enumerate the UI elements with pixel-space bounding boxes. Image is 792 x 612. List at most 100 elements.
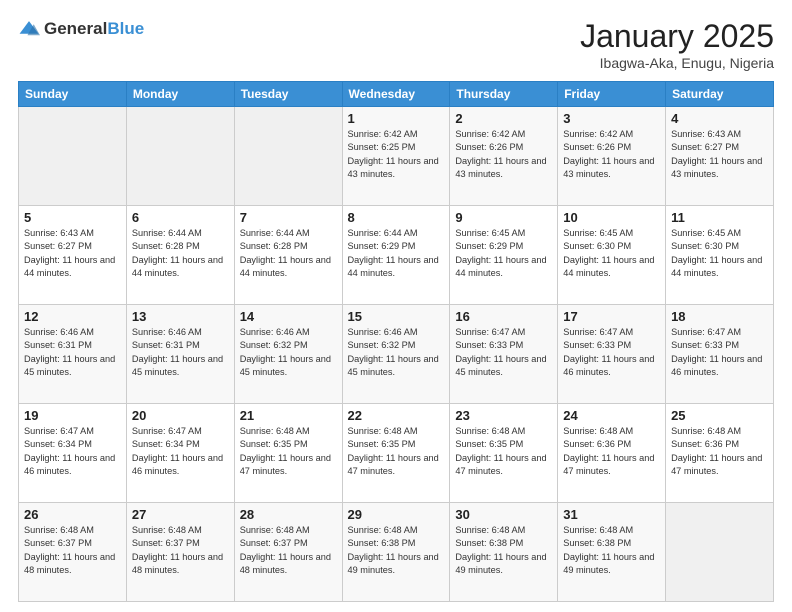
- col-header-wednesday: Wednesday: [342, 82, 450, 107]
- calendar-cell: 20Sunrise: 6:47 AM Sunset: 6:34 PM Dayli…: [126, 404, 234, 503]
- calendar-cell: 17 Sunrise: 6:47 AM Sunset: 6:33 PM Dayli…: [558, 305, 666, 404]
- day-info: Sunrise: 6:48 AM Sunset: 6:37 PM Dayligh…: [132, 524, 229, 577]
- day-info: Sunrise: 6:44 AM Sunset: 6:28 PM Dayligh…: [240, 227, 337, 280]
- day-info: Sunrise: 6:47 AM Sunset: 6:33 PM Dayligh…: [563, 326, 660, 379]
- calendar-cell: [126, 107, 234, 206]
- day-info: Sunrise: 6:42 AM Sunset: 6:26 PM Dayligh…: [563, 128, 660, 181]
- month-year: January 2025: [580, 18, 774, 55]
- calendar-cell: 10 Sunrise: 6:45 AM Sunset: 6:30 PM Dayli…: [558, 206, 666, 305]
- col-header-monday: Monday: [126, 82, 234, 107]
- day-number: 29: [348, 507, 445, 522]
- calendar-cell: 26Sunrise: 6:48 AM Sunset: 6:37 PM Dayli…: [19, 503, 127, 602]
- calendar-cell: 12Sunrise: 6:46 AM Sunset: 6:31 PM Dayli…: [19, 305, 127, 404]
- calendar-cell: 2 Sunrise: 6:42 AM Sunset: 6:26 PM Daylig…: [450, 107, 558, 206]
- day-info: Sunrise: 6:48 AM Sunset: 6:38 PM Dayligh…: [455, 524, 552, 577]
- day-number: 24: [563, 408, 660, 423]
- col-header-saturday: Saturday: [666, 82, 774, 107]
- day-number: 13: [132, 309, 229, 324]
- day-number: 2: [455, 111, 552, 126]
- calendar-cell: 6Sunrise: 6:44 AM Sunset: 6:28 PM Daylig…: [126, 206, 234, 305]
- day-info: Sunrise: 6:46 AM Sunset: 6:32 PM Dayligh…: [240, 326, 337, 379]
- day-info: Sunrise: 6:48 AM Sunset: 6:35 PM Dayligh…: [240, 425, 337, 478]
- day-number: 10: [563, 210, 660, 225]
- col-header-sunday: Sunday: [19, 82, 127, 107]
- day-number: 30: [455, 507, 552, 522]
- day-info: Sunrise: 6:45 AM Sunset: 6:30 PM Dayligh…: [563, 227, 660, 280]
- calendar-cell: 22 Sunrise: 6:48 AM Sunset: 6:35 PM Dayli…: [342, 404, 450, 503]
- day-info: Sunrise: 6:45 AM Sunset: 6:29 PM Dayligh…: [455, 227, 552, 280]
- day-info: Sunrise: 6:46 AM Sunset: 6:31 PM Dayligh…: [132, 326, 229, 379]
- day-info: Sunrise: 6:48 AM Sunset: 6:35 PM Dayligh…: [348, 425, 445, 478]
- day-number: 1: [348, 111, 445, 126]
- logo: GeneralBlue: [18, 18, 144, 40]
- title-block: January 2025 Ibagwa-Aka, Enugu, Nigeria: [580, 18, 774, 71]
- col-header-friday: Friday: [558, 82, 666, 107]
- day-number: 9: [455, 210, 552, 225]
- day-info: Sunrise: 6:48 AM Sunset: 6:36 PM Dayligh…: [563, 425, 660, 478]
- day-info: Sunrise: 6:48 AM Sunset: 6:37 PM Dayligh…: [240, 524, 337, 577]
- day-info: Sunrise: 6:48 AM Sunset: 6:38 PM Dayligh…: [563, 524, 660, 577]
- day-info: Sunrise: 6:42 AM Sunset: 6:25 PM Dayligh…: [348, 128, 445, 181]
- day-info: Sunrise: 6:42 AM Sunset: 6:26 PM Dayligh…: [455, 128, 552, 181]
- calendar-cell: 24 Sunrise: 6:48 AM Sunset: 6:36 PM Dayli…: [558, 404, 666, 503]
- location: Ibagwa-Aka, Enugu, Nigeria: [580, 55, 774, 71]
- calendar-cell: 8Sunrise: 6:44 AM Sunset: 6:29 PM Daylig…: [342, 206, 450, 305]
- day-info: Sunrise: 6:43 AM Sunset: 6:27 PM Dayligh…: [24, 227, 121, 280]
- day-number: 23: [455, 408, 552, 423]
- calendar-cell: [19, 107, 127, 206]
- day-info: Sunrise: 6:43 AM Sunset: 6:27 PM Dayligh…: [671, 128, 768, 181]
- calendar-cell: 25Sunrise: 6:48 AM Sunset: 6:36 PM Dayli…: [666, 404, 774, 503]
- day-info: Sunrise: 6:48 AM Sunset: 6:35 PM Dayligh…: [455, 425, 552, 478]
- day-number: 5: [24, 210, 121, 225]
- day-number: 6: [132, 210, 229, 225]
- calendar-cell: [234, 107, 342, 206]
- day-info: Sunrise: 6:47 AM Sunset: 6:33 PM Dayligh…: [455, 326, 552, 379]
- calendar-cell: [666, 503, 774, 602]
- day-number: 16: [455, 309, 552, 324]
- page: GeneralBlue January 2025 Ibagwa-Aka, Enu…: [0, 0, 792, 612]
- calendar-cell: 31 Sunrise: 6:48 AM Sunset: 6:38 PM Dayli…: [558, 503, 666, 602]
- calendar-cell: 27 Sunrise: 6:48 AM Sunset: 6:37 PM Dayli…: [126, 503, 234, 602]
- calendar-cell: 9 Sunrise: 6:45 AM Sunset: 6:29 PM Daylig…: [450, 206, 558, 305]
- day-number: 27: [132, 507, 229, 522]
- calendar-header-row: SundayMondayTuesdayWednesdayThursdayFrid…: [19, 82, 774, 107]
- day-info: Sunrise: 6:46 AM Sunset: 6:32 PM Dayligh…: [348, 326, 445, 379]
- calendar-cell: 11 Sunrise: 6:45 AM Sunset: 6:30 PM Dayli…: [666, 206, 774, 305]
- day-info: Sunrise: 6:47 AM Sunset: 6:33 PM Dayligh…: [671, 326, 768, 379]
- day-number: 31: [563, 507, 660, 522]
- calendar-cell: 28Sunrise: 6:48 AM Sunset: 6:37 PM Dayli…: [234, 503, 342, 602]
- day-number: 19: [24, 408, 121, 423]
- calendar-cell: 3Sunrise: 6:42 AM Sunset: 6:26 PM Daylig…: [558, 107, 666, 206]
- day-number: 12: [24, 309, 121, 324]
- day-number: 25: [671, 408, 768, 423]
- logo-blue: Blue: [107, 19, 144, 38]
- day-info: Sunrise: 6:48 AM Sunset: 6:37 PM Dayligh…: [24, 524, 121, 577]
- day-number: 18: [671, 309, 768, 324]
- calendar-cell: 13 Sunrise: 6:46 AM Sunset: 6:31 PM Dayli…: [126, 305, 234, 404]
- day-number: 7: [240, 210, 337, 225]
- day-number: 11: [671, 210, 768, 225]
- calendar-cell: 18 Sunrise: 6:47 AM Sunset: 6:33 PM Dayli…: [666, 305, 774, 404]
- calendar-cell: 1 Sunrise: 6:42 AM Sunset: 6:25 PM Daylig…: [342, 107, 450, 206]
- day-number: 22: [348, 408, 445, 423]
- calendar-week-row: 5 Sunrise: 6:43 AM Sunset: 6:27 PM Daylig…: [19, 206, 774, 305]
- day-info: Sunrise: 6:47 AM Sunset: 6:34 PM Dayligh…: [24, 425, 121, 478]
- day-info: Sunrise: 6:47 AM Sunset: 6:34 PM Dayligh…: [132, 425, 229, 478]
- calendar-week-row: 19 Sunrise: 6:47 AM Sunset: 6:34 PM Dayli…: [19, 404, 774, 503]
- logo-icon: [18, 18, 40, 40]
- col-header-thursday: Thursday: [450, 82, 558, 107]
- day-number: 17: [563, 309, 660, 324]
- header: GeneralBlue January 2025 Ibagwa-Aka, Enu…: [18, 18, 774, 71]
- calendar-cell: 4 Sunrise: 6:43 AM Sunset: 6:27 PM Daylig…: [666, 107, 774, 206]
- day-number: 8: [348, 210, 445, 225]
- day-number: 4: [671, 111, 768, 126]
- calendar-cell: 19 Sunrise: 6:47 AM Sunset: 6:34 PM Dayli…: [19, 404, 127, 503]
- calendar-cell: 21Sunrise: 6:48 AM Sunset: 6:35 PM Dayli…: [234, 404, 342, 503]
- col-header-tuesday: Tuesday: [234, 82, 342, 107]
- calendar-cell: 14Sunrise: 6:46 AM Sunset: 6:32 PM Dayli…: [234, 305, 342, 404]
- day-info: Sunrise: 6:48 AM Sunset: 6:38 PM Dayligh…: [348, 524, 445, 577]
- calendar-cell: 5 Sunrise: 6:43 AM Sunset: 6:27 PM Daylig…: [19, 206, 127, 305]
- calendar-cell: 7 Sunrise: 6:44 AM Sunset: 6:28 PM Daylig…: [234, 206, 342, 305]
- calendar-week-row: 12 Sunrise: 6:46 AM Sunset: 6:31 PM Dayli…: [19, 305, 774, 404]
- day-info: Sunrise: 6:45 AM Sunset: 6:30 PM Dayligh…: [671, 227, 768, 280]
